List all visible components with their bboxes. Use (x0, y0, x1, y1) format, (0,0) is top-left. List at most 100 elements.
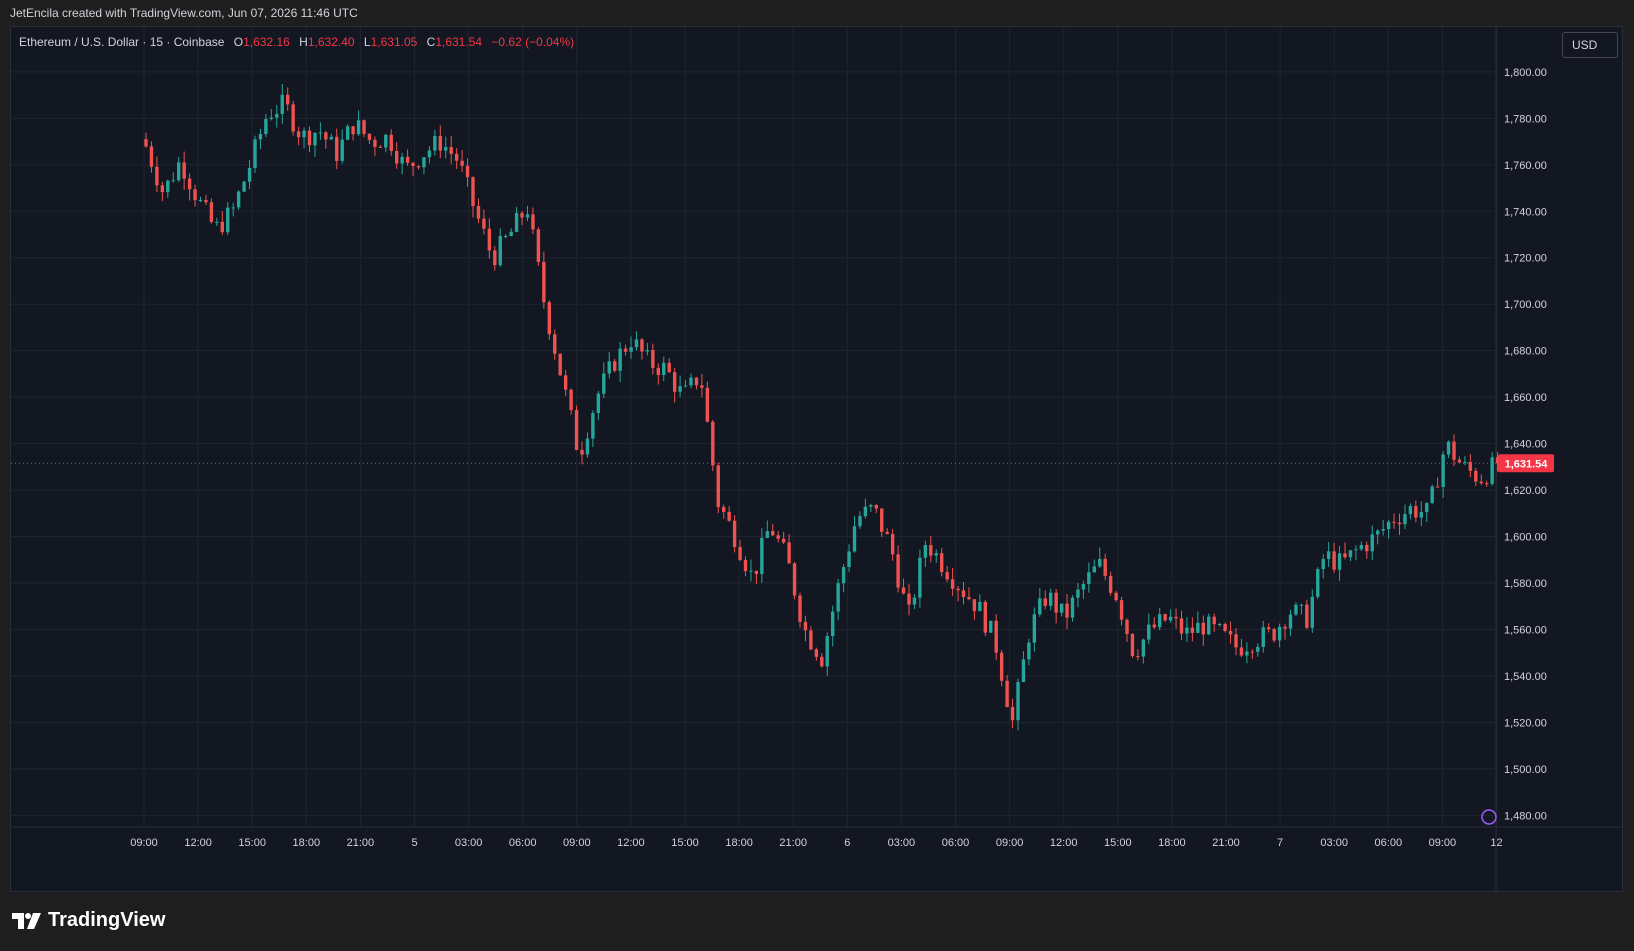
candle-body (1228, 631, 1233, 635)
candle-body (1234, 634, 1238, 648)
candle-body (1250, 651, 1255, 653)
y-tick-label: 1,560.00 (1504, 625, 1547, 637)
candle-body (1288, 614, 1293, 629)
candle-body (1163, 614, 1167, 621)
symbol-title[interactable]: Ethereum / U.S. Dollar · 15 · Coinbase (19, 35, 224, 49)
candle-body (476, 206, 481, 219)
candle-body (1441, 454, 1445, 487)
x-tick-label: 15:00 (671, 837, 699, 849)
x-tick-label: 5 (411, 837, 417, 849)
candle-body (1305, 604, 1309, 628)
candle-body (1245, 651, 1249, 656)
candle-body (367, 133, 372, 140)
candle-body (1419, 512, 1423, 518)
candle-body (1070, 597, 1075, 618)
low-label: L (363, 35, 371, 49)
candle-body (1365, 544, 1369, 552)
candle-body (1256, 646, 1260, 652)
chart-frame[interactable]: 1,480.00 1,500.00 1,520.00 1,540.00 1,560.00… (10, 26, 1623, 892)
candle-body (765, 531, 769, 539)
x-tick-label: 03:00 (1320, 837, 1348, 849)
candle-body (345, 126, 350, 140)
candle-body (155, 166, 159, 186)
candle-body (732, 520, 737, 548)
candle-body (683, 385, 688, 387)
candle-body (1114, 592, 1118, 601)
candle-body (1098, 558, 1102, 567)
x-tick-label: 06:00 (509, 837, 537, 849)
candle-body (1386, 521, 1391, 530)
tradingview-brand-text: TradingView (48, 909, 166, 931)
candle-body (585, 438, 590, 455)
candle-body (384, 134, 388, 148)
candle-body (1430, 486, 1434, 503)
candle-body (1337, 553, 1342, 570)
candle-body (1299, 604, 1304, 606)
candle-body (1087, 572, 1091, 584)
candle-body (792, 563, 797, 596)
candle-body (1435, 486, 1440, 488)
candle-body (749, 570, 753, 572)
currency-button[interactable]: USD (1562, 32, 1618, 58)
candle-body (918, 557, 922, 598)
tradingview-logo[interactable]: TradingView (12, 909, 165, 932)
candle-body (1348, 550, 1353, 558)
candle-body (166, 180, 170, 193)
candle-body (204, 200, 208, 203)
high-label: H (299, 35, 308, 49)
candle-body (351, 126, 355, 135)
candle-body (514, 213, 519, 232)
x-tick-label: 21:00 (347, 837, 375, 849)
candle-body (1125, 619, 1129, 634)
candle-body (1005, 680, 1009, 707)
candle-body (1108, 575, 1113, 593)
x-tick-label: 12:00 (617, 837, 645, 849)
y-tick-label: 1,520.00 (1504, 717, 1547, 729)
candle-body (296, 131, 301, 138)
candle-body (814, 649, 819, 657)
candle-body (907, 593, 911, 605)
candle-body (318, 132, 323, 134)
candle-body (395, 150, 399, 164)
candle-body (1397, 522, 1402, 525)
candlestick-chart[interactable]: 1,480.00 1,500.00 1,520.00 1,540.00 1,560.00… (11, 27, 1622, 891)
candle-body (989, 620, 993, 633)
candle-body (1136, 656, 1140, 658)
candle-body (809, 630, 813, 650)
candle-body (574, 410, 579, 450)
candle-body (193, 189, 197, 201)
candle-body (1485, 483, 1489, 485)
candle-body (1021, 659, 1026, 683)
candle-body (558, 353, 562, 376)
candle-body (1408, 506, 1413, 515)
candle-body (1457, 459, 1462, 463)
candle-body (1179, 618, 1184, 634)
y-tick-label: 1,760.00 (1504, 160, 1547, 172)
candle-body (411, 162, 415, 167)
y-tick-label: 1,580.00 (1504, 578, 1547, 590)
candle-body (771, 531, 775, 536)
candle-body (1196, 622, 1200, 633)
candle-body (1076, 589, 1080, 598)
x-tick-label: 09:00 (996, 837, 1024, 849)
candle-body (182, 162, 186, 179)
candle-body (1212, 616, 1216, 625)
candle-body (531, 214, 535, 230)
x-tick-label: 15:00 (238, 837, 266, 849)
candle-body (623, 348, 628, 352)
x-tick-label: 09:00 (130, 837, 158, 849)
y-tick-label: 1,500.00 (1504, 764, 1547, 776)
candle-body (1239, 647, 1244, 656)
candle-body (934, 553, 938, 556)
x-tick-label: 12:00 (184, 837, 212, 849)
candle-body (1452, 441, 1456, 460)
candle-body (438, 135, 442, 151)
candle-body (1119, 600, 1124, 620)
candle-body (738, 547, 742, 560)
candle-body (1141, 639, 1146, 657)
candle-body (967, 597, 971, 600)
x-tick-label: 18:00 (725, 837, 753, 849)
high-value: 1,632.40 (307, 35, 355, 49)
candle-body (754, 570, 759, 575)
candle-body (504, 236, 508, 238)
